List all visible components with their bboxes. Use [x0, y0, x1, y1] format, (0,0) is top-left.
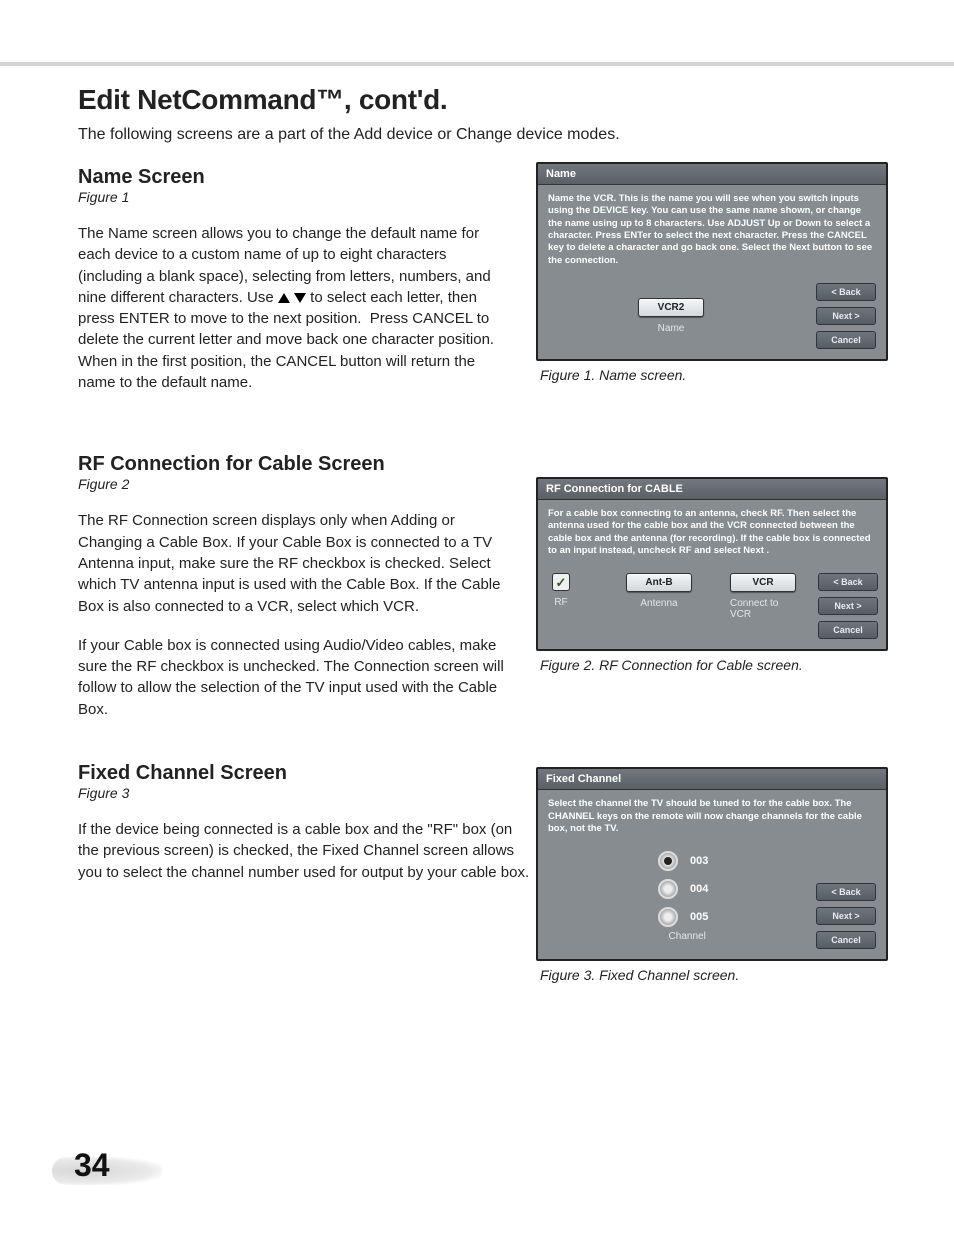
figure-2-title: RF Connection for CABLE [538, 479, 886, 500]
radio-icon [658, 907, 678, 927]
figure-3-caption: Figure 3. Fixed Channel screen. [540, 967, 888, 983]
figure-1-screenshot: Name Name the VCR. This is the name you … [536, 162, 888, 361]
channel-option[interactable]: 003 [658, 851, 708, 871]
cancel-button[interactable]: Cancel [816, 931, 876, 949]
fig-ref-1: Figure 1 [78, 189, 508, 205]
vcr-chip[interactable]: VCR [730, 573, 796, 592]
channel-option[interactable]: 005 [658, 907, 708, 927]
figure-3-desc: Select the channel the TV should be tune… [548, 798, 876, 835]
heading-rf-screen: RF Connection for Cable Screen [78, 453, 508, 476]
fig-ref-3: Figure 3 [78, 785, 508, 801]
next-button[interactable]: Next > [818, 597, 878, 615]
body-rf-2: If your Cable box is connected using Aud… [78, 635, 508, 720]
channel-option-label: 004 [690, 883, 708, 895]
radio-icon [658, 851, 678, 871]
channel-option[interactable]: 004 [658, 879, 708, 899]
up-arrow-icon [278, 293, 290, 303]
page-number-value: 34 [74, 1147, 110, 1184]
back-button[interactable]: < Back [816, 883, 876, 901]
figure-1-title: Name [538, 164, 886, 185]
body-name-screen: The Name screen allows you to change the… [78, 223, 508, 393]
figure-3-title: Fixed Channel [538, 769, 886, 790]
heading-name-screen: Name Screen [78, 166, 508, 189]
figure-1-desc: Name the VCR. This is the name you will … [548, 193, 876, 267]
page-title: Edit NetCommand™, cont'd. [78, 84, 876, 116]
name-value-chip[interactable]: VCR2 [638, 298, 704, 317]
body-fixed: If the device being connected is a cable… [78, 819, 533, 883]
intro-text: The following screens are a part of the … [78, 126, 876, 144]
heading-fixed-screen: Fixed Channel Screen [78, 762, 508, 785]
figure-2-screenshot: RF Connection for CABLE For a cable box … [536, 477, 888, 651]
rf-checkbox-label: RF [554, 597, 567, 608]
channel-option-label: 005 [690, 911, 708, 923]
fig-ref-2: Figure 2 [78, 476, 508, 492]
figure-1-caption: Figure 1. Name screen. [540, 367, 888, 383]
back-button[interactable]: < Back [816, 283, 876, 301]
figure-2-caption: Figure 2. RF Connection for Cable screen… [540, 657, 888, 673]
antenna-label: Antenna [640, 598, 677, 609]
down-arrow-icon [294, 293, 306, 303]
radio-icon [658, 879, 678, 899]
next-button[interactable]: Next > [816, 907, 876, 925]
antenna-chip[interactable]: Ant-B [626, 573, 692, 592]
next-button[interactable]: Next > [816, 307, 876, 325]
name-value-label: Name [658, 323, 685, 334]
cancel-button[interactable]: Cancel [818, 621, 878, 639]
page-number: 34 [52, 1157, 162, 1185]
back-button[interactable]: < Back [818, 573, 878, 591]
channel-group-label: Channel [666, 931, 708, 942]
vcr-label: Connect to VCR [730, 598, 796, 620]
body-rf-1: The RF Connection screen displays only w… [78, 510, 508, 616]
figure-2-desc: For a cable box connecting to an antenna… [548, 508, 876, 557]
channel-option-label: 003 [690, 855, 708, 867]
rf-checkbox[interactable]: ✓ [552, 573, 570, 591]
figure-3-screenshot: Fixed Channel Select the channel the TV … [536, 767, 888, 961]
cancel-button[interactable]: Cancel [816, 331, 876, 349]
